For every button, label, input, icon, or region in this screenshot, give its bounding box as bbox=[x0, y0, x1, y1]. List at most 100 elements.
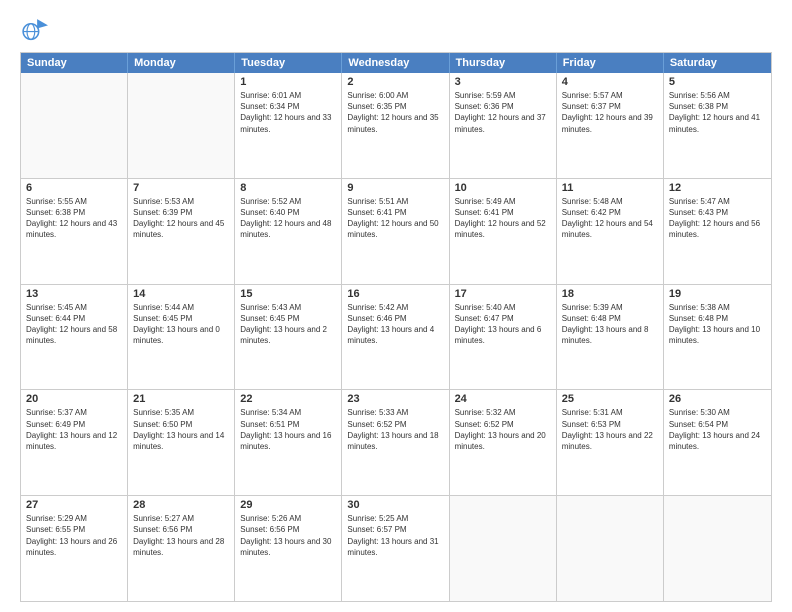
day-detail: Sunrise: 5:53 AM Sunset: 6:39 PM Dayligh… bbox=[133, 196, 229, 241]
calendar-cell: 9 Sunrise: 5:51 AM Sunset: 6:41 PM Daylig… bbox=[342, 179, 449, 284]
calendar-cell: 8 Sunrise: 5:52 AM Sunset: 6:40 PM Daylig… bbox=[235, 179, 342, 284]
calendar-cell: 4 Sunrise: 5:57 AM Sunset: 6:37 PM Daylig… bbox=[557, 73, 664, 178]
day-detail: Sunrise: 5:49 AM Sunset: 6:41 PM Dayligh… bbox=[455, 196, 551, 241]
day-detail: Sunrise: 5:26 AM Sunset: 6:56 PM Dayligh… bbox=[240, 513, 336, 558]
calendar-cell: 25 Sunrise: 5:31 AM Sunset: 6:53 PM Dayli… bbox=[557, 390, 664, 495]
calendar-cell: 30 Sunrise: 5:25 AM Sunset: 6:57 PM Dayli… bbox=[342, 496, 449, 601]
day-detail: Sunrise: 5:57 AM Sunset: 6:37 PM Dayligh… bbox=[562, 90, 658, 135]
day-detail: Sunrise: 5:56 AM Sunset: 6:38 PM Dayligh… bbox=[669, 90, 766, 135]
day-detail: Sunrise: 5:33 AM Sunset: 6:52 PM Dayligh… bbox=[347, 407, 443, 452]
day-number: 6 bbox=[26, 182, 122, 194]
calendar-cell: 10 Sunrise: 5:49 AM Sunset: 6:41 PM Dayli… bbox=[450, 179, 557, 284]
cal-header-day: Wednesday bbox=[342, 53, 449, 73]
day-number: 20 bbox=[26, 393, 122, 405]
day-number: 25 bbox=[562, 393, 658, 405]
day-detail: Sunrise: 5:48 AM Sunset: 6:42 PM Dayligh… bbox=[562, 196, 658, 241]
day-number: 17 bbox=[455, 288, 551, 300]
calendar-cell: 7 Sunrise: 5:53 AM Sunset: 6:39 PM Daylig… bbox=[128, 179, 235, 284]
day-detail: Sunrise: 5:29 AM Sunset: 6:55 PM Dayligh… bbox=[26, 513, 122, 558]
logo-icon bbox=[20, 16, 48, 44]
calendar-cell: 24 Sunrise: 5:32 AM Sunset: 6:52 PM Dayli… bbox=[450, 390, 557, 495]
calendar-cell: 26 Sunrise: 5:30 AM Sunset: 6:54 PM Dayli… bbox=[664, 390, 771, 495]
day-detail: Sunrise: 5:43 AM Sunset: 6:45 PM Dayligh… bbox=[240, 302, 336, 347]
calendar-cell: 28Sunrise: 5:27 AM Sunset: 6:56 PM Dayli… bbox=[128, 496, 235, 601]
day-number: 28 bbox=[133, 499, 229, 511]
day-detail: Sunrise: 6:01 AM Sunset: 6:34 PM Dayligh… bbox=[240, 90, 336, 135]
day-number: 18 bbox=[562, 288, 658, 300]
day-number: 10 bbox=[455, 182, 551, 194]
calendar-cell: 12 Sunrise: 5:47 AM Sunset: 6:43 PM Dayli… bbox=[664, 179, 771, 284]
day-detail: Sunrise: 5:51 AM Sunset: 6:41 PM Dayligh… bbox=[347, 196, 443, 241]
calendar-cell: 11 Sunrise: 5:48 AM Sunset: 6:42 PM Dayli… bbox=[557, 179, 664, 284]
day-detail: Sunrise: 5:32 AM Sunset: 6:52 PM Dayligh… bbox=[455, 407, 551, 452]
day-detail: Sunrise: 5:39 AM Sunset: 6:48 PM Dayligh… bbox=[562, 302, 658, 347]
day-detail: Sunrise: 5:35 AM Sunset: 6:50 PM Dayligh… bbox=[133, 407, 229, 452]
cal-header-day: Saturday bbox=[664, 53, 771, 73]
calendar: SundayMondayTuesdayWednesdayThursdayFrid… bbox=[20, 52, 772, 602]
day-detail: Sunrise: 5:38 AM Sunset: 6:48 PM Dayligh… bbox=[669, 302, 766, 347]
calendar-cell bbox=[557, 496, 664, 601]
day-detail: Sunrise: 5:34 AM Sunset: 6:51 PM Dayligh… bbox=[240, 407, 336, 452]
calendar-cell: 20 Sunrise: 5:37 AM Sunset: 6:49 PM Dayli… bbox=[21, 390, 128, 495]
day-number: 15 bbox=[240, 288, 336, 300]
day-number: 22 bbox=[240, 393, 336, 405]
calendar-cell: 5 Sunrise: 5:56 AM Sunset: 6:38 PM Daylig… bbox=[664, 73, 771, 178]
calendar-header: SundayMondayTuesdayWednesdayThursdayFrid… bbox=[21, 53, 771, 73]
day-number: 11 bbox=[562, 182, 658, 194]
day-number: 29 bbox=[240, 499, 336, 511]
calendar-cell: 21 Sunrise: 5:35 AM Sunset: 6:50 PM Dayli… bbox=[128, 390, 235, 495]
calendar-cell: 18 Sunrise: 5:39 AM Sunset: 6:48 PM Dayli… bbox=[557, 285, 664, 390]
day-detail: Sunrise: 5:55 AM Sunset: 6:38 PM Dayligh… bbox=[26, 196, 122, 241]
day-detail: Sunrise: 5:25 AM Sunset: 6:57 PM Dayligh… bbox=[347, 513, 443, 558]
cal-header-day: Sunday bbox=[21, 53, 128, 73]
day-number: 4 bbox=[562, 76, 658, 88]
day-number: 23 bbox=[347, 393, 443, 405]
day-number: 9 bbox=[347, 182, 443, 194]
day-number: 21 bbox=[133, 393, 229, 405]
day-number: 7 bbox=[133, 182, 229, 194]
calendar-cell: 2Sunrise: 6:00 AM Sunset: 6:35 PM Daylig… bbox=[342, 73, 449, 178]
day-detail: Sunrise: 5:40 AM Sunset: 6:47 PM Dayligh… bbox=[455, 302, 551, 347]
day-number: 26 bbox=[669, 393, 766, 405]
day-number: 27 bbox=[26, 499, 122, 511]
calendar-cell bbox=[21, 73, 128, 178]
calendar-cell: 22 Sunrise: 5:34 AM Sunset: 6:51 PM Dayli… bbox=[235, 390, 342, 495]
calendar-cell: 14 Sunrise: 5:44 AM Sunset: 6:45 PM Dayli… bbox=[128, 285, 235, 390]
calendar-cell: 27 Sunrise: 5:29 AM Sunset: 6:55 PM Dayli… bbox=[21, 496, 128, 601]
calendar-cell bbox=[128, 73, 235, 178]
calendar-row: 20 Sunrise: 5:37 AM Sunset: 6:49 PM Dayli… bbox=[21, 390, 771, 496]
day-detail: Sunrise: 5:30 AM Sunset: 6:54 PM Dayligh… bbox=[669, 407, 766, 452]
calendar-row: 6 Sunrise: 5:55 AM Sunset: 6:38 PM Daylig… bbox=[21, 179, 771, 285]
day-number: 8 bbox=[240, 182, 336, 194]
day-detail: Sunrise: 5:59 AM Sunset: 6:36 PM Dayligh… bbox=[455, 90, 551, 135]
page: SundayMondayTuesdayWednesdayThursdayFrid… bbox=[0, 0, 792, 612]
calendar-cell bbox=[664, 496, 771, 601]
day-number: 14 bbox=[133, 288, 229, 300]
day-number: 5 bbox=[669, 76, 766, 88]
day-detail: Sunrise: 5:47 AM Sunset: 6:43 PM Dayligh… bbox=[669, 196, 766, 241]
calendar-cell: 1 Sunrise: 6:01 AM Sunset: 6:34 PM Daylig… bbox=[235, 73, 342, 178]
day-number: 1 bbox=[240, 76, 336, 88]
day-detail: Sunrise: 5:37 AM Sunset: 6:49 PM Dayligh… bbox=[26, 407, 122, 452]
calendar-cell: 23 Sunrise: 5:33 AM Sunset: 6:52 PM Dayli… bbox=[342, 390, 449, 495]
day-detail: Sunrise: 5:52 AM Sunset: 6:40 PM Dayligh… bbox=[240, 196, 336, 241]
day-number: 19 bbox=[669, 288, 766, 300]
calendar-cell: 29 Sunrise: 5:26 AM Sunset: 6:56 PM Dayli… bbox=[235, 496, 342, 601]
day-detail: Sunrise: 5:45 AM Sunset: 6:44 PM Dayligh… bbox=[26, 302, 122, 347]
day-number: 24 bbox=[455, 393, 551, 405]
day-number: 30 bbox=[347, 499, 443, 511]
logo bbox=[20, 16, 52, 44]
calendar-row: 27 Sunrise: 5:29 AM Sunset: 6:55 PM Dayli… bbox=[21, 496, 771, 601]
day-number: 12 bbox=[669, 182, 766, 194]
calendar-cell: 13Sunrise: 5:45 AM Sunset: 6:44 PM Dayli… bbox=[21, 285, 128, 390]
calendar-cell: 15 Sunrise: 5:43 AM Sunset: 6:45 PM Dayli… bbox=[235, 285, 342, 390]
calendar-cell: 3 Sunrise: 5:59 AM Sunset: 6:36 PM Daylig… bbox=[450, 73, 557, 178]
day-detail: Sunrise: 5:44 AM Sunset: 6:45 PM Dayligh… bbox=[133, 302, 229, 347]
calendar-body: 1 Sunrise: 6:01 AM Sunset: 6:34 PM Daylig… bbox=[21, 73, 771, 601]
day-detail: Sunrise: 5:31 AM Sunset: 6:53 PM Dayligh… bbox=[562, 407, 658, 452]
day-number: 16 bbox=[347, 288, 443, 300]
calendar-row: 13Sunrise: 5:45 AM Sunset: 6:44 PM Dayli… bbox=[21, 285, 771, 391]
calendar-cell: 16Sunrise: 5:42 AM Sunset: 6:46 PM Dayli… bbox=[342, 285, 449, 390]
day-number: 2 bbox=[347, 76, 443, 88]
day-number: 3 bbox=[455, 76, 551, 88]
